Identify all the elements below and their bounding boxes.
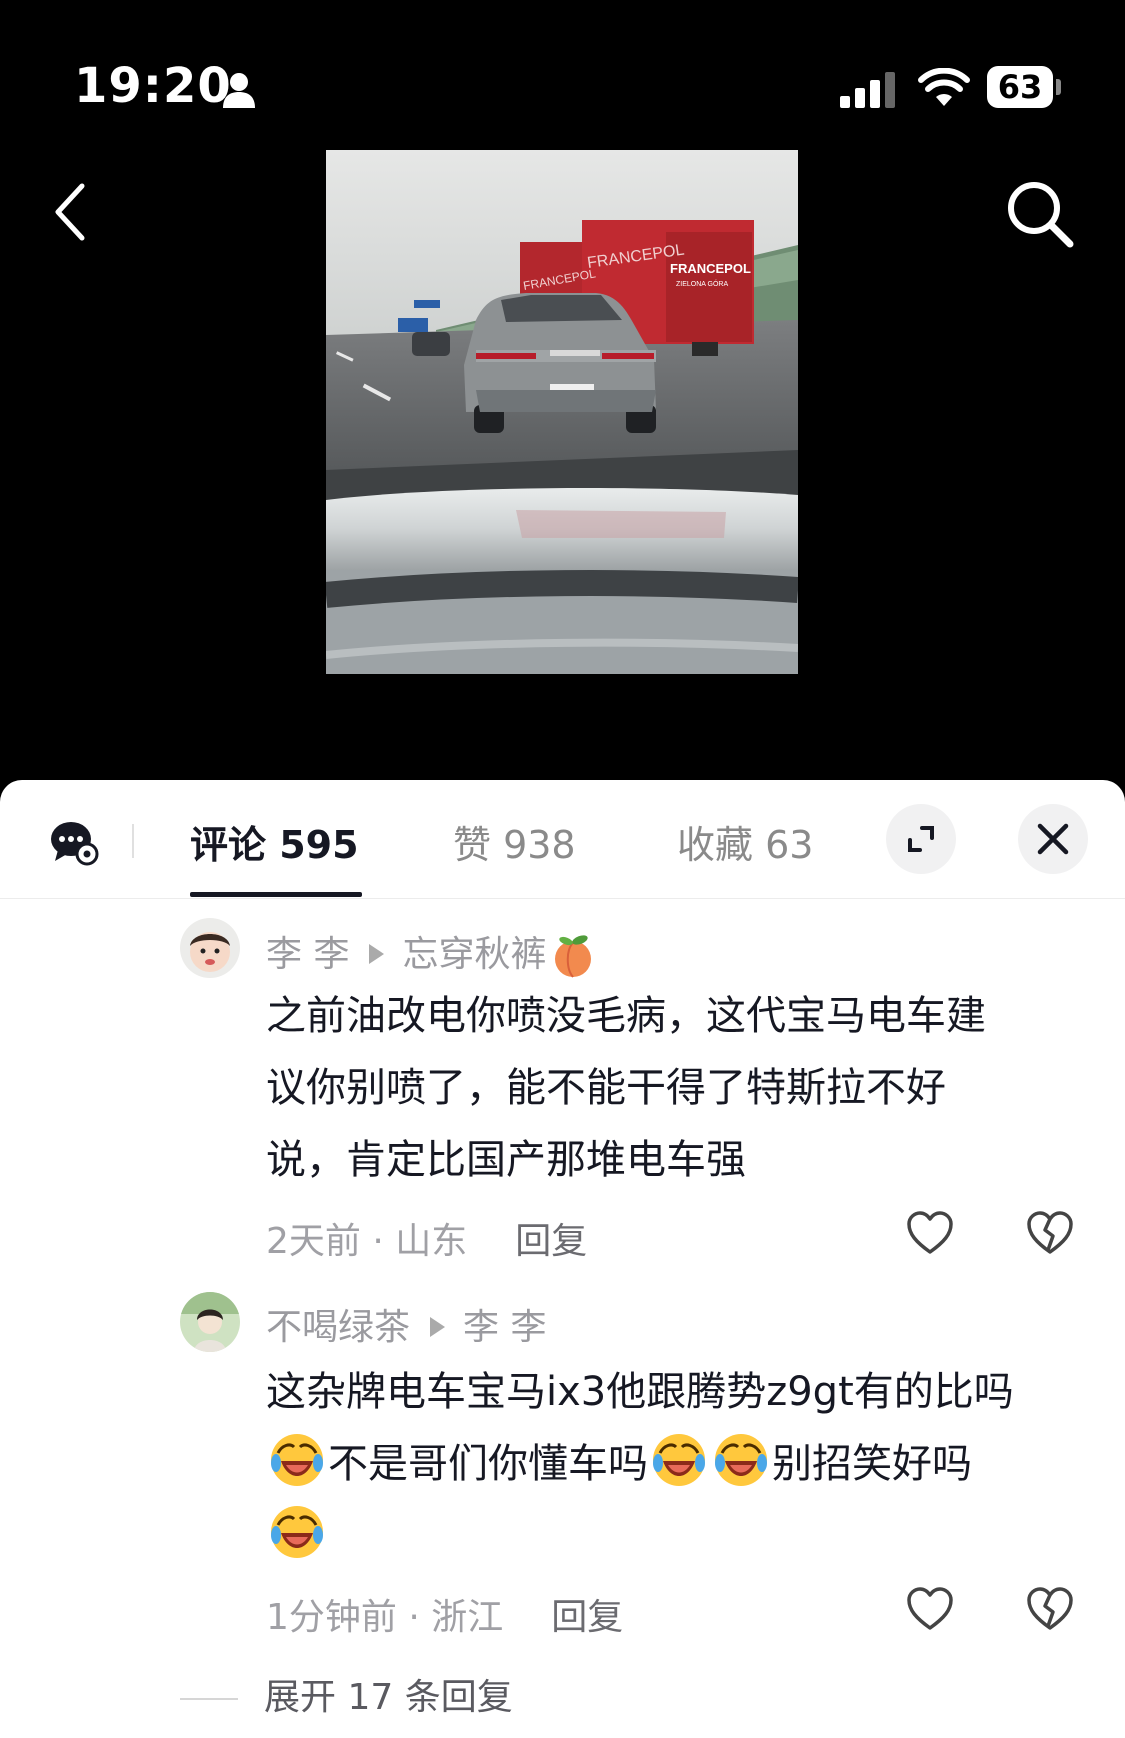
reply-to-name[interactable]: 李 李 <box>463 1307 546 1348</box>
comment-author[interactable]: 李 李 <box>266 934 349 975</box>
broken-heart-icon[interactable] <box>1026 1210 1074 1256</box>
tab-divider <box>132 824 134 858</box>
close-button[interactable] <box>1018 804 1088 874</box>
close-icon <box>1037 823 1069 855</box>
heart-icon[interactable] <box>906 1586 954 1632</box>
comment-text: 之前油改电你喷没毛病，这代宝马电车建 议你别喷了，能不能干得了特斯拉不好 说，肯… <box>266 980 1096 1196</box>
comment-text-line: 这杂牌电车宝马ix3他跟腾势z9gt有的比吗 <box>266 1369 1014 1415</box>
comment-text-line: 之前油改电你喷没毛病，这代宝马电车建 <box>266 993 986 1039</box>
avatar[interactable] <box>180 918 240 978</box>
comment-author-line: 不喝绿茶 李 李 <box>266 1298 546 1350</box>
comment-text-line: 议你别喷了，能不能干得了特斯拉不好 <box>266 1065 946 1111</box>
active-tab-indicator <box>190 892 362 897</box>
reply-arrow-icon <box>369 944 385 964</box>
comment-text-line: 不是哥们你懂车吗 别招笑好吗 <box>266 1428 1096 1500</box>
back-arrow-icon[interactable] <box>50 182 90 242</box>
rofl-emoji-icon <box>271 1506 323 1558</box>
comment-time-location: 2天前 · 山东 <box>266 1221 468 1262</box>
rofl-emoji-icon <box>653 1434 705 1486</box>
reply-button[interactable]: 回复 <box>515 1221 587 1262</box>
comment-meta: 2天前 · 山东 回复 <box>266 1212 587 1264</box>
status-bar: 19:20 63 <box>0 0 1125 140</box>
expand-replies-button[interactable]: 展开 17 条回复 <box>180 1668 513 1720</box>
battery-indicator: 63 <box>987 66 1061 108</box>
comment-author[interactable]: 不喝绿茶 <box>266 1307 410 1348</box>
clock: 19:20 <box>74 58 232 114</box>
rofl-emoji-icon <box>271 1434 323 1486</box>
broken-heart-icon[interactable] <box>1026 1586 1074 1632</box>
reply-to-name[interactable]: 忘穿秋裤 <box>402 934 546 975</box>
svg-text:FRANCEPOL: FRANCEPOL <box>670 261 751 276</box>
baby-avatar-image <box>180 918 240 978</box>
avatar[interactable] <box>180 1292 240 1352</box>
car-highway-image: FRANCEPOL ZIELONA GÓRA FRANCEPOL FRANCEP… <box>326 150 798 674</box>
reply-button[interactable]: 回复 <box>551 1597 623 1638</box>
comment-meta: 1分钟前 · 浙江 回复 <box>266 1588 623 1640</box>
comment-text-fragment: 别招笑好吗 <box>772 1441 972 1487</box>
anime-avatar-image <box>180 1292 240 1352</box>
expand-replies-label[interactable]: 展开 17 条回复 <box>264 1677 513 1718</box>
battery-level: 63 <box>997 68 1043 106</box>
comment-text-line <box>266 1500 1096 1572</box>
post-photo[interactable]: FRANCEPOL ZIELONA GÓRA FRANCEPOL FRANCEP… <box>326 150 798 674</box>
search-icon[interactable] <box>1004 178 1076 250</box>
comment-text-line: 说，肯定比国产那堆电车强 <box>266 1137 746 1183</box>
reply-arrow-icon <box>430 1317 446 1337</box>
wifi-icon <box>918 68 970 106</box>
svg-text:ZIELONA GÓRA: ZIELONA GÓRA <box>676 279 728 288</box>
expand-button[interactable] <box>886 804 956 874</box>
comment-author-line: 李 李 忘穿秋裤 <box>266 925 596 979</box>
heart-icon[interactable] <box>906 1210 954 1256</box>
comment-tab-bar: 评论 595 赞 938 收藏 63 <box>0 780 1125 899</box>
cellular-signal-icon <box>840 72 895 108</box>
tab-favorites[interactable]: 收藏 63 <box>677 814 813 869</box>
tab-likes[interactable]: 赞 938 <box>453 814 576 869</box>
comment-text-fragment: 不是哥们你懂车吗 <box>328 1441 648 1487</box>
comment-text: 这杂牌电车宝马ix3他跟腾势z9gt有的比吗 不是哥们你懂车吗 别招笑好吗 <box>266 1356 1096 1572</box>
comment-time-location: 1分钟前 · 浙江 <box>266 1597 504 1638</box>
person-icon <box>223 73 255 108</box>
tab-comments[interactable]: 评论 595 <box>190 814 359 869</box>
rofl-emoji-icon <box>715 1434 767 1486</box>
expand-icon <box>908 826 934 852</box>
comment-sheet: 评论 595 赞 938 收藏 63 李 李 忘穿秋裤 之前油改电你喷没毛病，这… <box>0 780 1125 1738</box>
peach-icon <box>555 935 592 978</box>
expand-divider-line <box>180 1698 238 1700</box>
comment-settings-icon[interactable] <box>50 820 100 866</box>
